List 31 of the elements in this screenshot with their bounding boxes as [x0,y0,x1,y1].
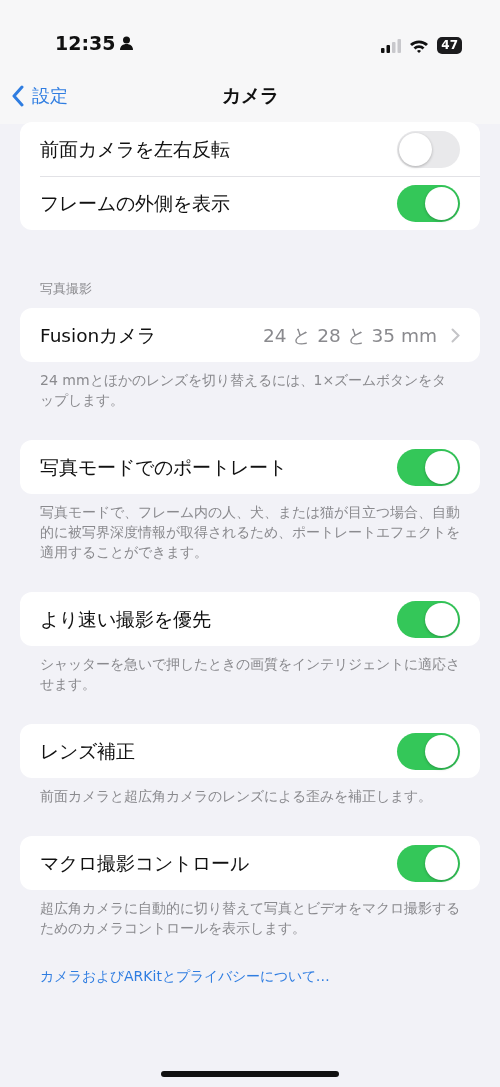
toggle-switch[interactable] [397,732,460,770]
setting-label: 前面カメラを左右反転 [40,137,230,162]
toggle-switch[interactable] [397,600,460,638]
back-label[interactable]: 設定 [32,84,68,108]
setting-label: 写真モードでのポートレート [40,455,287,480]
nav-title: カメラ [221,83,279,108]
battery-level: 47 [437,37,462,54]
wifi-icon [409,38,430,53]
status-time: 12:35 [55,32,116,54]
chevron-left-icon [12,85,24,107]
section-header: 写真撮影 [39,280,93,298]
setting-value: 24 と 28 と 35 mm [262,323,437,348]
setting-label: より速い撮影を優先 [40,607,211,632]
section-footer: シャッターを急いで押したときの画質をインテリジェントに適応させます。 [20,646,480,694]
section-footer: 24 mmとほかのレンズを切り替えるには、1×ズームボタンをタップします。 [20,362,480,410]
toggle-switch[interactable] [397,448,460,486]
setting-label[interactable]: Fusionカメラ [40,322,157,348]
privacy-link[interactable]: カメラおよびARKitとプライバシーについて… [40,968,460,986]
person-icon [120,36,134,50]
toggle-switch[interactable] [397,130,460,168]
section-footer: 写真モードで、フレーム内の人、犬、または猫が目立つ場合、自動的に被写界深度情報が取得されるため、ポートレートエフェクトを適用することができます。 [20,494,480,562]
chevron-right-icon [451,327,460,343]
section-footer: 前面カメラと超広角カメラのレンズによる歪みを補正します。 [20,778,480,806]
setting-label: レンズ補正 [40,739,135,764]
toggle-switch[interactable] [397,844,460,882]
setting-label: マクロ撮影コントロール [40,851,249,876]
setting-label: フレームの外側を表示 [40,192,230,216]
toggle-switch[interactable] [397,185,460,222]
section-footer: 超広角カメラに自動的に切り替えて写真とビデオをマクロ撮影するためのカメラコントロールを表示します。 [20,890,480,938]
signal-icon [381,38,402,53]
back-button[interactable]: 設定 [12,84,222,108]
